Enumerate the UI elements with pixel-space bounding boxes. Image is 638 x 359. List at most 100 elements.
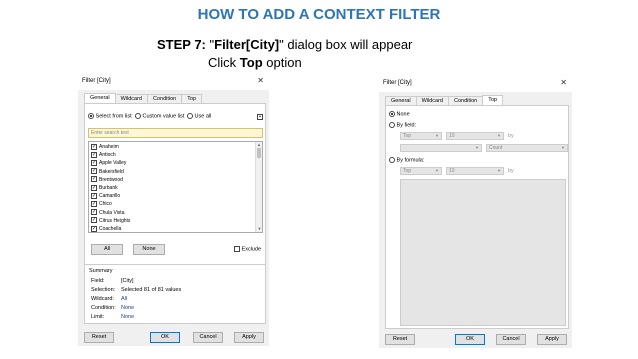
value-list-scrollbar[interactable]: ▲ ▼: [255, 142, 262, 232]
list-item[interactable]: ✓ Chico: [91, 200, 130, 208]
summary-limit-key: Limit:: [91, 314, 105, 320]
list-item[interactable]: ✓ Camarillo: [91, 192, 130, 200]
list-item[interactable]: ✓ Coachella: [91, 225, 130, 232]
custom-value-list-radio[interactable]: [135, 113, 141, 119]
check-icon[interactable]: ✓: [91, 200, 97, 207]
list-item-label: Camarillo: [99, 193, 121, 200]
apply-button[interactable]: Apply: [234, 332, 264, 343]
by-formula-radio[interactable]: [389, 157, 395, 163]
check-icon[interactable]: ✓: [91, 217, 97, 224]
formula-count-select[interactable]: 10 ▼: [446, 167, 504, 175]
tab-wildcard[interactable]: Wildcard: [415, 96, 449, 105]
list-item[interactable]: ✓ Apple Valley: [91, 159, 130, 167]
close-icon[interactable]: ✕: [257, 76, 264, 85]
summary-condition-key: Condition:: [91, 305, 116, 311]
list-item[interactable]: ✓ Chula Vista: [91, 209, 130, 217]
check-icon[interactable]: ✓: [91, 184, 97, 191]
list-item-label: Chico: [99, 201, 112, 208]
right-dialog-titlebar: Filter [City] ✕: [379, 76, 572, 92]
summary-limit-value[interactable]: None: [121, 314, 134, 320]
slide-title: HOW TO ADD A CONTEXT FILTER: [197, 6, 441, 23]
tab-top[interactable]: Top: [181, 94, 203, 103]
none-label: None: [396, 111, 410, 118]
step-label: STEP 7:: [157, 37, 206, 52]
ok-button[interactable]: OK: [455, 334, 485, 345]
use-all-option[interactable]: Use all: [187, 113, 211, 119]
cancel-button[interactable]: Cancel: [193, 332, 223, 343]
list-item[interactable]: ✓ Burbank: [91, 184, 130, 192]
tab-condition[interactable]: Condition: [146, 94, 183, 103]
none-radio[interactable]: [389, 111, 395, 117]
exclude-option[interactable]: Exclude: [234, 246, 261, 252]
tab-general[interactable]: General: [84, 93, 116, 103]
by-field-radio[interactable]: [389, 122, 395, 128]
list-item[interactable]: ✓ Citrus Heights: [91, 217, 130, 225]
top-bottom-select[interactable]: Top ▼: [400, 132, 442, 140]
formula-by-label: by: [508, 168, 514, 174]
list-item[interactable]: ✓ Anaheim: [91, 143, 130, 151]
clear-list-icon[interactable]: ▪: [257, 114, 263, 120]
chevron-down-icon: ▼: [561, 145, 565, 150]
left-dialog-titlebar: Filter [City] ✕: [78, 74, 269, 90]
use-all-label: Use all: [194, 113, 212, 120]
scroll-thumb[interactable]: [257, 148, 261, 158]
list-item[interactable]: ✓ Antioch: [91, 151, 130, 159]
reset-button[interactable]: Reset: [385, 334, 415, 345]
aggregation-select[interactable]: Count ▼: [486, 144, 568, 152]
by-field-option[interactable]: By field:: [389, 122, 416, 128]
chevron-down-icon: ▼: [435, 168, 439, 173]
formula-top-bottom-select[interactable]: Top ▼: [400, 167, 442, 175]
check-icon[interactable]: ✓: [91, 209, 97, 216]
general-panel: Select from list Custom value list Use a…: [84, 103, 266, 273]
summary-title: Summary: [89, 268, 113, 274]
formula-editor[interactable]: [400, 179, 566, 326]
select-from-list-label: Select from list: [95, 113, 132, 120]
scroll-down-icon[interactable]: ▼: [256, 226, 262, 232]
custom-value-list-option[interactable]: Custom value list: [135, 113, 184, 119]
count-select[interactable]: 10 ▼: [446, 132, 504, 140]
summary-wildcard-value[interactable]: All: [121, 296, 127, 302]
step-line: STEP 7: "Filter[City]" dialog box will a…: [157, 37, 412, 52]
list-item-label: Burbank: [99, 184, 118, 191]
check-icon[interactable]: ✓: [91, 192, 97, 199]
tab-wildcard[interactable]: Wildcard: [114, 94, 148, 103]
tab-top[interactable]: Top: [482, 95, 504, 105]
check-icon[interactable]: ✓: [91, 176, 97, 183]
check-icon[interactable]: ✓: [91, 168, 97, 175]
summary-panel: Summary Field: [City] Selection: Selecte…: [84, 264, 266, 324]
select-from-list-option[interactable]: Select from list: [88, 113, 132, 119]
tab-condition[interactable]: Condition: [447, 96, 484, 105]
summary-wildcard-key: Wildcard:: [91, 296, 114, 302]
none-button[interactable]: None: [133, 244, 165, 255]
field-select[interactable]: ▼: [400, 144, 482, 152]
use-all-radio[interactable]: [187, 113, 193, 119]
summary-condition-value[interactable]: None: [121, 305, 134, 311]
by-formula-option[interactable]: By formula:: [389, 157, 424, 163]
check-icon[interactable]: ✓: [91, 151, 97, 158]
select-from-list-radio[interactable]: [88, 113, 94, 119]
left-filter-dialog: Filter [City] ✕ General Wildcard Conditi…: [78, 74, 269, 346]
check-icon[interactable]: ✓: [91, 160, 97, 167]
list-item[interactable]: ✓ Bakersfield: [91, 168, 130, 176]
reset-button[interactable]: Reset: [84, 332, 114, 343]
formula-count-value: 10: [449, 168, 455, 174]
search-input[interactable]: Enter search text: [88, 128, 263, 138]
all-button[interactable]: All: [91, 244, 123, 255]
ok-button[interactable]: OK: [150, 332, 180, 343]
chevron-down-icon: ▼: [475, 145, 479, 150]
exclude-checkbox[interactable]: [234, 246, 240, 252]
check-icon[interactable]: ✓: [91, 225, 97, 232]
left-dialog-title: Filter [City]: [82, 78, 111, 84]
close-icon[interactable]: ✕: [560, 78, 567, 87]
tab-general[interactable]: General: [385, 96, 417, 105]
count-value: 10: [449, 133, 455, 139]
check-icon[interactable]: ✓: [91, 143, 97, 150]
list-item[interactable]: ✓ Brentwood: [91, 176, 130, 184]
summary-selection-value: Selected 81 of 81 values: [121, 287, 182, 293]
list-item-label: Antioch: [99, 152, 116, 159]
cancel-button[interactable]: Cancel: [496, 334, 526, 345]
apply-button[interactable]: Apply: [537, 334, 567, 345]
summary-field-value: [City]: [121, 278, 134, 284]
value-list[interactable]: ✓ Anaheim ✓ Antioch ✓ Apple Valley ✓ Bakersfiel…: [88, 141, 263, 233]
none-option[interactable]: None: [389, 111, 410, 117]
